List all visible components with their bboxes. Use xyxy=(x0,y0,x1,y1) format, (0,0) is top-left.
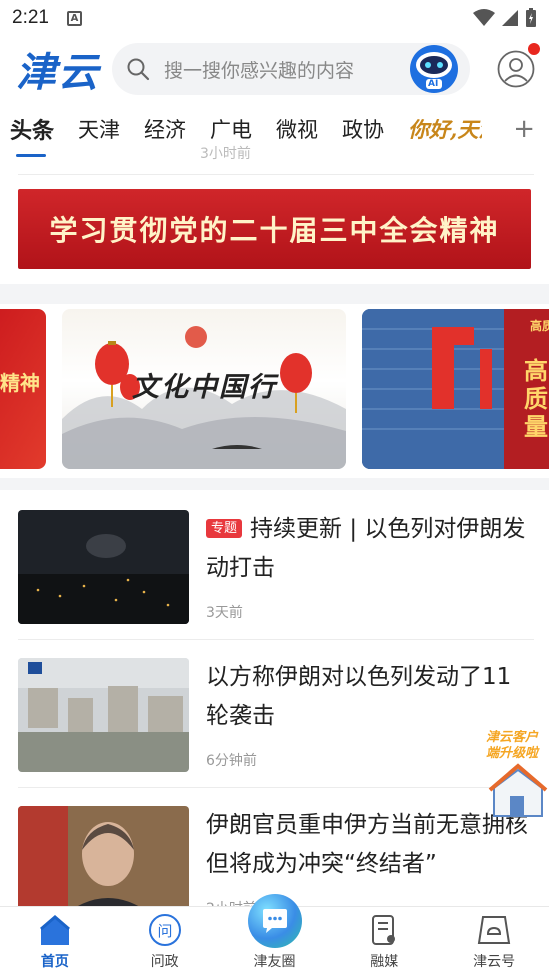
carousel-card-development[interactable]: 高质 高质量发展 xyxy=(362,309,549,469)
ai-assistant-button[interactable]: AI xyxy=(408,43,460,95)
tab-tianjin[interactable]: 天津 xyxy=(78,114,120,144)
news-thumbnail xyxy=(18,658,189,772)
news-time: 6分钟前 xyxy=(206,753,257,769)
app-logo[interactable]: 津云 xyxy=(16,40,106,98)
user-avatar-icon xyxy=(497,50,535,88)
search-placeholder[interactable]: 搜一搜你感兴趣的内容 xyxy=(164,56,408,83)
city-aerial-image xyxy=(18,658,189,772)
status-right-icons xyxy=(473,8,537,28)
partial-item-time: 3小时前 xyxy=(200,146,251,162)
search-icon xyxy=(127,58,150,81)
carousel-card-left[interactable]: 精神 xyxy=(0,309,46,469)
cloud-account-icon xyxy=(477,916,511,944)
divider xyxy=(18,787,534,788)
news-title[interactable]: 专题 持续更新 | 以色列对伊朗发动打击 xyxy=(206,510,534,588)
tab-economy[interactable]: 经济 xyxy=(144,114,186,144)
add-tab-icon[interactable]: + xyxy=(513,114,535,144)
nav-jinyun-account-label: 津云号 xyxy=(473,954,516,970)
banner-text: 学习贯彻党的二十届三中全会精神 xyxy=(49,214,500,247)
tab-cppcc[interactable]: 政协 xyxy=(342,114,384,144)
home-icon xyxy=(39,915,70,945)
news-thumbnail xyxy=(18,806,189,920)
upgrade-promo-float[interactable]: 津云客户端升级啦 xyxy=(484,728,549,820)
news-time: 3天前 xyxy=(206,605,243,621)
tab-micro-video[interactable]: 微视 xyxy=(276,114,318,144)
nav-inquiry-label: 问政 xyxy=(150,954,179,970)
news-item[interactable]: 专题 持续更新 | 以色列对伊朗发动打击 3天前 xyxy=(18,510,534,626)
development-card-title: 高质量发展 xyxy=(524,357,548,437)
promo-text: 津云客户端升级啦 xyxy=(486,730,539,761)
nav-media[interactable]: 融媒 xyxy=(329,907,439,976)
ai-badge: AI xyxy=(428,79,439,89)
campaign-banner[interactable]: 学习贯彻党的二十届三中全会精神 xyxy=(18,189,531,269)
feature-carousel[interactable]: 精神 文化中国行 高质 高质量发展 xyxy=(0,290,549,488)
nav-inquiry[interactable]: 问 问政 xyxy=(110,907,220,976)
friends-circle-center-button[interactable] xyxy=(248,894,302,948)
search-bar[interactable]: 搜一搜你感兴趣的内容 AI xyxy=(112,43,470,95)
tab-hello-tianjin[interactable]: 你好,天津 xyxy=(408,114,482,144)
category-tabs: 头条 天津 经济 广电 微视 政协 你好,天津 + xyxy=(0,106,549,157)
status-bar: 2:21 A xyxy=(0,0,549,36)
notification-dot xyxy=(528,43,540,55)
divider xyxy=(18,639,534,640)
nav-media-label: 融媒 xyxy=(370,954,399,970)
media-icon xyxy=(372,915,396,945)
inquiry-icon: 问 xyxy=(148,914,181,946)
wifi-icon xyxy=(473,9,495,26)
tab-headline[interactable]: 头条 xyxy=(10,113,54,157)
official-portrait-image xyxy=(18,806,189,920)
nav-jinyun-account[interactable]: 津云号 xyxy=(439,907,549,976)
status-time: 2:21 xyxy=(12,7,49,28)
notification-a-icon: A xyxy=(66,10,82,26)
news-title-text: 持续更新 | 以色列对伊朗发动打击 xyxy=(206,516,526,581)
app-header: 津云 搜一搜你感兴趣的内容 AI xyxy=(0,36,549,102)
building-illustration xyxy=(362,309,549,469)
carousel-card-culture[interactable]: 文化中国行 xyxy=(62,309,346,469)
news-item[interactable]: 以方称伊朗对以色列发动了11轮袭击 6分钟前 xyxy=(18,658,534,774)
night-city-image xyxy=(18,510,189,624)
development-card-corner-text: 高质 xyxy=(529,319,549,333)
svg-text:问: 问 xyxy=(157,922,172,940)
nav-home[interactable]: 首页 xyxy=(0,907,110,976)
topic-tag: 专题 xyxy=(206,519,243,538)
news-thumbnail xyxy=(18,510,189,624)
carousel-card-left-text: 精神 xyxy=(0,371,40,395)
user-avatar-button[interactable] xyxy=(497,43,540,88)
nav-home-label: 首页 xyxy=(40,954,69,970)
divider xyxy=(18,174,534,175)
nav-friends-circle-label: 津友圈 xyxy=(253,954,296,970)
section-gap xyxy=(0,478,549,490)
chat-bubble-icon xyxy=(263,909,287,933)
news-title[interactable]: 以方称伊朗对以色列发动了11轮袭击 xyxy=(206,658,534,736)
culture-card-title: 文化中国行 xyxy=(132,372,277,403)
tab-broadcast[interactable]: 广电 xyxy=(210,114,252,144)
signal-icon xyxy=(502,10,518,26)
battery-icon xyxy=(526,8,536,27)
